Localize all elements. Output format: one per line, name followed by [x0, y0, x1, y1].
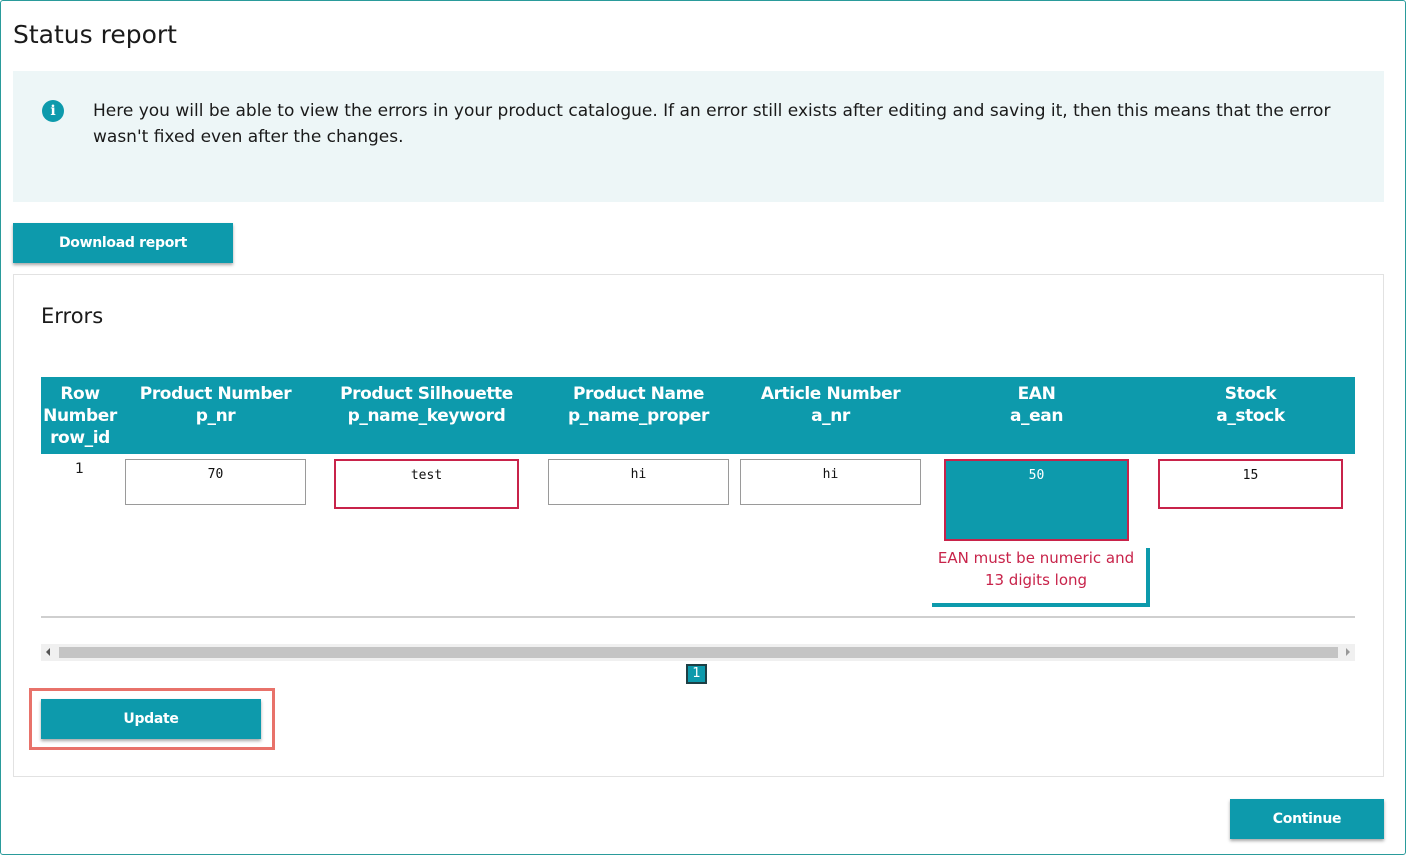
- column-header-a-ean: EAN a_ean: [944, 383, 1129, 427]
- a-stock-input[interactable]: 15: [1158, 459, 1343, 509]
- column-key: a_ean: [1009, 406, 1064, 426]
- update-button[interactable]: Update: [41, 699, 261, 739]
- error-tooltip-border: [932, 603, 1150, 607]
- column-header-a-stock: Stock a_stock: [1158, 383, 1343, 427]
- column-header-a-nr: Article Number a_nr: [740, 383, 921, 427]
- column-label: Product Silhouette: [340, 384, 513, 404]
- column-header-row-id: Row Number row_id: [41, 383, 119, 449]
- info-icon: i: [42, 100, 64, 122]
- column-label: Product Number: [139, 384, 292, 404]
- horizontal-scrollbar[interactable]: [41, 644, 1355, 661]
- pagination-page[interactable]: 1: [686, 664, 707, 684]
- column-key: p_name_proper: [567, 406, 710, 426]
- column-key: p_nr: [195, 406, 236, 426]
- scroll-left-icon[interactable]: [46, 648, 50, 656]
- column-header-p-name-keyword: Product Silhouette p_name_keyword: [334, 383, 519, 427]
- download-report-button[interactable]: Download report: [13, 223, 233, 263]
- errors-title: Errors: [41, 304, 104, 328]
- column-label: Article Number: [760, 384, 901, 404]
- column-header-p-nr: Product Number p_nr: [125, 383, 306, 427]
- page-title: Status report: [13, 20, 177, 49]
- a-nr-input[interactable]: hi: [740, 459, 921, 505]
- scroll-thumb[interactable]: [59, 647, 1338, 658]
- p-name-proper-input[interactable]: hi: [548, 459, 729, 505]
- a-ean-input[interactable]: 50: [944, 459, 1129, 541]
- column-key: a_stock: [1216, 406, 1285, 426]
- scroll-right-icon[interactable]: [1346, 648, 1350, 656]
- row-id: 1: [75, 461, 84, 477]
- table-header: Row Number row_id Product Number p_nr Pr…: [41, 377, 1355, 454]
- errors-table: Row Number row_id Product Number p_nr Pr…: [41, 377, 1355, 618]
- column-key: p_name_keyword: [347, 406, 506, 426]
- column-label: Product Name: [572, 384, 705, 404]
- column-label: Stock: [1224, 384, 1277, 404]
- column-label: EAN: [1017, 384, 1056, 404]
- ean-error-message: EAN must be numeric and 13 digits long: [937, 549, 1135, 589]
- column-label: Row Number: [43, 384, 117, 426]
- info-text: Here you will be able to view the errors…: [93, 101, 1331, 147]
- p-name-keyword-input[interactable]: test: [334, 459, 519, 509]
- continue-button[interactable]: Continue: [1230, 799, 1384, 839]
- column-key: row_id: [50, 428, 110, 448]
- column-header-p-name-proper: Product Name p_name_proper: [548, 383, 729, 427]
- column-key: a_nr: [811, 406, 850, 426]
- p-nr-input[interactable]: 70: [125, 459, 306, 505]
- error-tooltip-border: [1146, 548, 1150, 607]
